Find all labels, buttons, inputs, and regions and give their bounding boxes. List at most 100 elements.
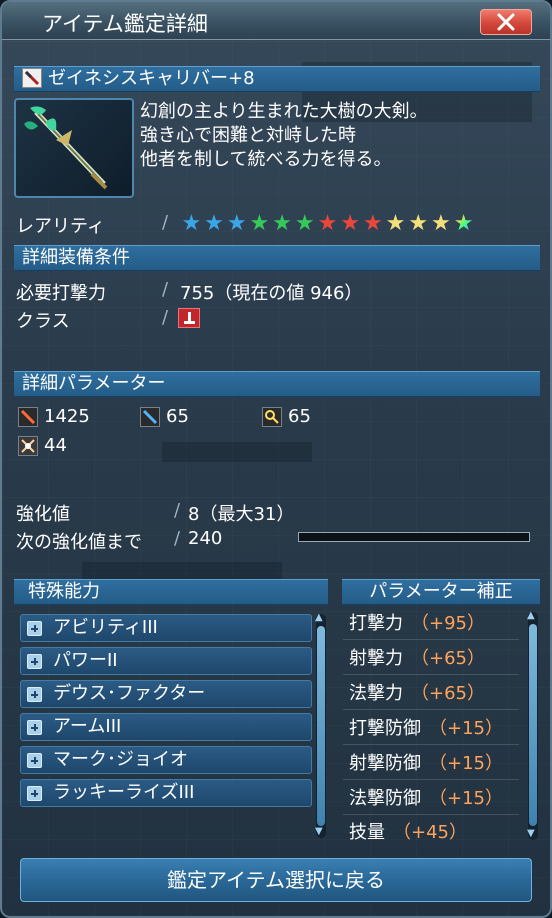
bonus-name: 法撃力 [349,683,403,704]
ability-item[interactable]: デウス･ファクター [20,680,312,708]
rarity-star-icon: ★ [226,211,247,236]
bonus-value: （+65） [411,648,485,669]
parameters-title: 詳細パラメーター [22,373,166,394]
rarity-star-icon: ★ [249,211,270,236]
ability-item[interactable]: アームIII [20,713,312,741]
scroll-up-icon[interactable]: ▲ [315,612,323,623]
ability-item[interactable]: アビリティIII [20,614,312,642]
ability-name: パワーII [53,650,118,671]
ranged-icon [140,407,160,427]
bonus-row: 法撃防御 （+15） [343,783,519,815]
bonus-row: 打撃力 （+95） [343,608,519,640]
ability-item[interactable]: パワーII [20,647,312,675]
rarity-star-icon: ★ [362,211,383,236]
rarity-star-icon: ★ [272,211,292,236]
required-power-value: 755（現在の値 946） [180,283,363,304]
bonus-name: 射撃防御 [349,753,421,774]
separator: / [162,307,169,328]
grind-label: 強化値 [16,504,70,525]
rarity-star-icon: ★ [340,211,361,236]
weapon-name: ゼイネシスキャリバー+8 [48,68,255,89]
ability-name: デウス･ファクター [53,683,206,704]
separator: / [162,279,169,300]
description-line: 他者を制して統べる力を得る。 [140,149,392,170]
abilities-scrollbar[interactable]: ▲ ▼ [315,612,326,838]
description-line: 幻創の主より生まれた大樹の大剣。 [140,101,428,122]
parameter-bonus-title: パラメーター補正 [369,581,513,602]
weapon-thumbnail [14,98,134,198]
bonus-value: （+65） [411,683,485,704]
striking-icon [18,407,38,427]
rarity-star-icon: ★ [431,211,451,236]
special-abilities-title: 特殊能力 [28,581,100,602]
separator: / [162,212,169,233]
bonus-name: 打撃防御 [349,718,421,739]
dexterity-value: 44 [44,435,67,456]
expand-icon [27,720,42,735]
rarity-star-icon: ★ [204,211,224,236]
next-grind-value: 240 [188,528,223,549]
scroll-down-icon[interactable]: ▼ [527,828,535,839]
bonus-value: （+95） [411,613,485,634]
expand-icon [27,786,42,801]
bonus-scrollbar[interactable]: ▲ ▼ [527,610,538,840]
grind-progress-bar [298,532,530,542]
bonus-row: 射撃力 （+65） [343,643,519,675]
requirements-title: 詳細装備条件 [22,247,130,268]
rarity-star-icon: ★ [181,211,202,236]
ability-item[interactable]: ラッキーライズIII [20,779,312,807]
hero-class-icon [178,308,200,328]
rarity-stars: ★ ★ ★ ★ ★ ★ ★ ★ ★ ★ ★ ★ ★ [180,213,475,235]
rarity-label: レアリティ [16,216,105,237]
special-abilities-header: 特殊能力 [14,579,328,605]
bonus-row: 打撃防御 （+15） [343,713,519,745]
expand-icon [27,654,42,669]
bonus-name: 打撃力 [349,613,403,634]
scroll-down-icon[interactable]: ▼ [315,826,323,837]
expand-icon [27,687,42,702]
rarity-star-icon: ★ [453,211,474,236]
bonus-row: 技量 （+45） [343,817,519,849]
separator: / [174,528,181,549]
technique-icon [262,407,282,427]
required-power-label: 必要打撃力 [16,283,106,304]
rarity-star-icon: ★ [294,211,315,236]
greatsword-icon [24,106,108,190]
ability-name: アームIII [53,716,122,737]
expand-icon [27,753,42,768]
ability-name: ラッキーライズIII [53,782,195,803]
bonus-value: （+15） [429,788,503,809]
expand-icon [27,621,42,636]
abilities-scroll-thumb[interactable] [317,626,325,826]
grind-value: 8（最大31） [188,504,295,525]
bonus-value: （+45） [393,822,467,843]
bonus-name: 法撃防御 [349,788,421,809]
ability-name: マーク･ジョイオ [53,749,188,770]
return-to-selection-button[interactable]: 鑑定アイテム選択に戻る [20,858,532,902]
bonus-name: 射撃力 [349,648,403,669]
item-appraisal-window: アイテム鑑定詳細 ゼイネシスキャリバー+8 幻創の主より生まれた大樹の大剣。 強… [0,0,552,918]
weapon-name-bar: ゼイネシスキャリバー+8 [14,66,540,92]
ability-item[interactable]: マーク･ジョイオ [20,746,312,774]
bonus-row: 法撃力 （+65） [343,678,519,710]
rarity-star-icon: ★ [408,211,429,236]
bonus-scroll-thumb[interactable] [529,624,537,826]
description-line: 強き心で困難と対峙した時 [140,125,356,146]
title-bar[interactable]: アイテム鑑定詳細 [2,2,550,40]
scroll-up-icon[interactable]: ▲ [527,610,535,621]
bonus-value: （+15） [429,718,503,739]
parameters-header: 詳細パラメーター [14,371,540,397]
next-grind-label: 次の強化値まで [16,532,142,553]
class-label: クラス [16,311,70,332]
bonus-name: 技量 [349,822,385,843]
rarity-star-icon: ★ [385,211,406,236]
technique-value: 65 [288,406,311,427]
close-icon [497,13,515,31]
close-button[interactable] [480,9,532,35]
bonus-row: 射撃防御 （+15） [343,748,519,780]
bonus-value: （+15） [429,753,503,774]
rarity-star-icon: ★ [317,211,338,236]
dexterity-icon [18,436,38,456]
weapon-description: 幻創の主より生まれた大樹の大剣。 強き心で困難と対峙した時 他者を制して統べる力… [140,100,428,172]
window-title: アイテム鑑定詳細 [42,12,208,36]
